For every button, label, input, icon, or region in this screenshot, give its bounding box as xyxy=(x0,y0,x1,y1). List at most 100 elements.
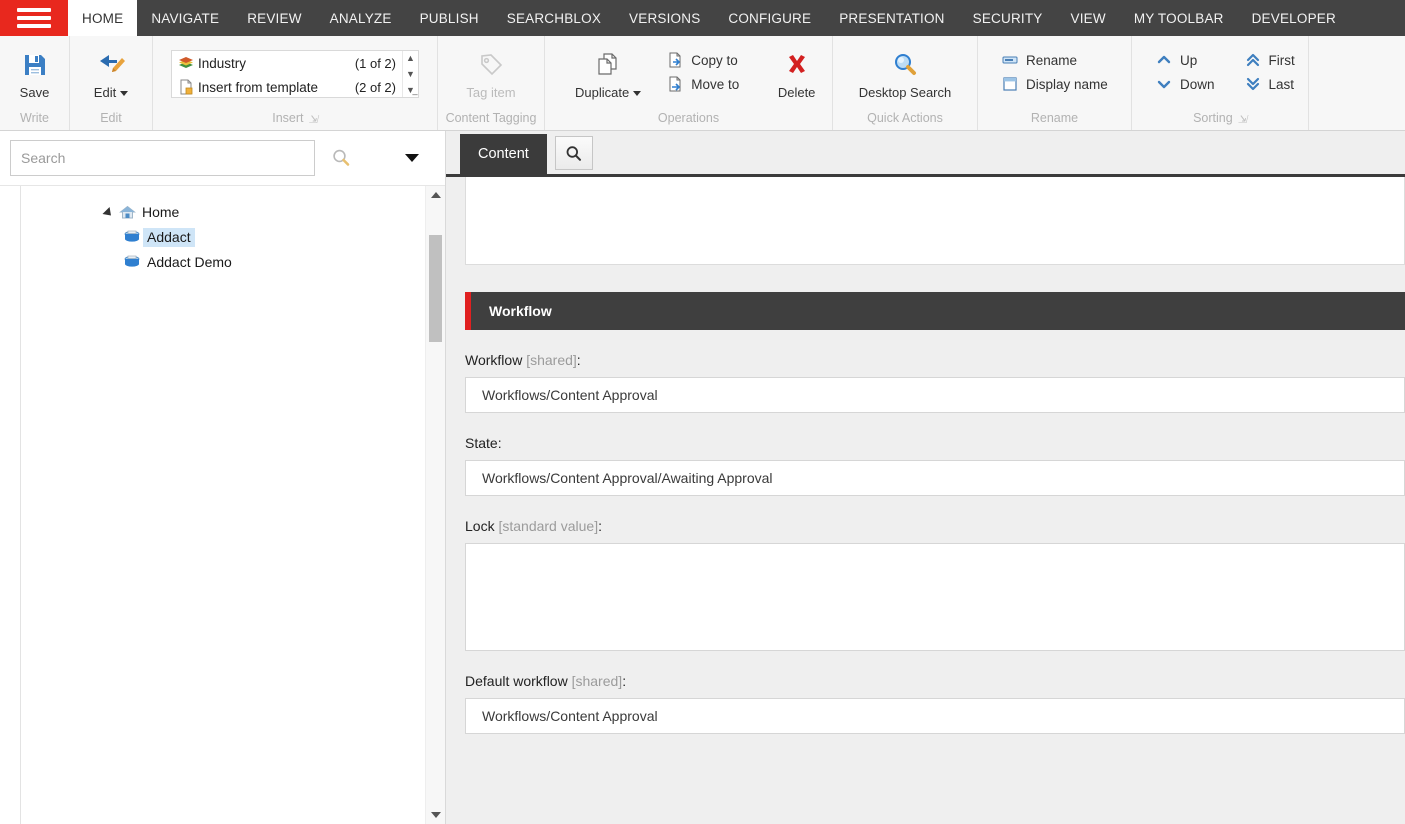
delete-button[interactable]: Delete xyxy=(761,44,832,100)
tab-configure[interactable]: CONFIGURE xyxy=(714,0,825,36)
duplicate-button-label: Duplicate xyxy=(575,85,630,100)
tab-label: VIEW xyxy=(1070,10,1106,26)
field-workflow: Workflow [shared]: Workflows/Content App… xyxy=(465,330,1405,413)
tab-label: MY TOOLBAR xyxy=(1133,10,1224,26)
editor-tab-bar: Content xyxy=(446,131,1405,177)
insert-item-insert-from-template[interactable]: Insert from template (2 of 2) xyxy=(172,75,402,99)
ribbon-group-edit: Edit Edit xyxy=(70,36,153,130)
tab-label: NAVIGATE xyxy=(151,10,220,26)
edit-icon xyxy=(96,48,126,82)
dialog-launcher-icon[interactable]: ⇲ xyxy=(309,110,318,130)
insert-gallery[interactable]: Industry (1 of 2) Insert from template (… xyxy=(171,50,419,98)
tree-item-label: Addact xyxy=(143,228,195,247)
tab-publish[interactable]: PUBLISH xyxy=(406,0,493,36)
move-to-button[interactable]: Move to xyxy=(661,72,747,96)
tree-item-addact[interactable]: Addact xyxy=(0,225,425,250)
tab-label: PRESENTATION xyxy=(839,10,945,26)
sort-last-button[interactable]: Last xyxy=(1239,72,1303,96)
ribbon-toolbar: Save Write Edit Edit Industry (1 of 2) I… xyxy=(0,36,1405,131)
tab-label: HOME xyxy=(82,10,124,26)
editor-scroll-area: Workflow Workflow [shared]: Workflows/Co… xyxy=(446,177,1405,824)
double-chevron-down-icon xyxy=(1243,75,1263,93)
sort-first-button[interactable]: First xyxy=(1239,48,1303,72)
search-icon xyxy=(566,145,582,161)
tab-searchblox[interactable]: SEARCHBLOX xyxy=(493,0,615,36)
sort-first-label: First xyxy=(1268,52,1295,68)
chevron-down-icon xyxy=(633,91,642,97)
tab-my-toolbar[interactable]: MY TOOLBAR xyxy=(1120,0,1238,36)
insert-item-industry[interactable]: Industry (1 of 2) xyxy=(172,51,402,75)
hamburger-menu-button[interactable] xyxy=(0,0,68,36)
ribbon-group-quick-actions: Desktop Search Quick Actions xyxy=(833,36,978,130)
duplicate-icon xyxy=(594,48,622,82)
tab-versions[interactable]: VERSIONS xyxy=(615,0,714,36)
tab-analyze[interactable]: ANALYZE xyxy=(316,0,406,36)
sort-down-button[interactable]: Down xyxy=(1150,72,1223,96)
section-title: Workflow xyxy=(489,303,552,319)
tab-home[interactable]: HOME xyxy=(68,0,138,36)
ribbon-group-sorting: Up Down First Last Sorting ⇲ xyxy=(1132,36,1309,130)
editor-search-button[interactable] xyxy=(554,136,593,170)
tab-security[interactable]: SECURITY xyxy=(959,0,1057,36)
content-tree-panel: Home Addact xyxy=(0,131,446,824)
home-icon xyxy=(116,204,138,221)
copy-to-icon xyxy=(665,51,685,69)
field-meta: [standard value] xyxy=(498,518,599,534)
rename-label: Rename xyxy=(1026,52,1078,68)
duplicate-button[interactable]: Duplicate xyxy=(567,44,649,100)
sort-up-button[interactable]: Up xyxy=(1150,48,1223,72)
desktop-search-label: Desktop Search xyxy=(858,85,952,100)
tag-item-label: Tag item xyxy=(466,85,516,100)
insert-item-count: (2 of 2) xyxy=(354,79,396,95)
tab-label: ANALYZE xyxy=(329,10,392,26)
tab-navigate[interactable]: NAVIGATE xyxy=(137,0,233,36)
move-to-icon xyxy=(665,75,685,93)
field-value-default-workflow[interactable]: Workflows/Content Approval xyxy=(465,698,1405,734)
scroll-down-arrow-icon[interactable] xyxy=(426,806,445,824)
scrollbar-thumb[interactable] xyxy=(429,235,442,342)
insert-item-label: Industry xyxy=(198,55,247,71)
ribbon-group-label: Rename xyxy=(1030,111,1079,125)
copy-to-label: Copy to xyxy=(691,52,738,68)
tab-view[interactable]: VIEW xyxy=(1057,0,1120,36)
field-value-workflow[interactable]: Workflows/Content Approval xyxy=(465,377,1405,413)
section-header-workflow[interactable]: Workflow xyxy=(465,292,1405,330)
copy-to-button[interactable]: Copy to xyxy=(661,48,747,72)
ribbon-group-label: Operations xyxy=(657,111,720,125)
search-input[interactable] xyxy=(10,140,315,176)
ribbon-group-label: Insert xyxy=(272,111,304,125)
tab-presentation[interactable]: PRESENTATION xyxy=(825,0,958,36)
field-value-state[interactable]: Workflows/Content Approval/Awaiting Appr… xyxy=(465,460,1405,496)
tree-search-bar xyxy=(0,131,445,186)
content-tree: Home Addact Addact Demo xyxy=(0,186,425,824)
scroll-up-arrow-icon[interactable] xyxy=(426,186,445,204)
search-icon[interactable] xyxy=(331,148,351,168)
tab-developer[interactable]: DEVELOPER xyxy=(1238,0,1350,36)
display-name-button[interactable]: Display name xyxy=(996,72,1116,96)
magnifier-icon xyxy=(891,48,919,82)
desktop-search-button[interactable]: Desktop Search xyxy=(833,44,977,100)
bucket-icon xyxy=(121,229,143,246)
tab-content[interactable]: Content xyxy=(460,134,547,174)
expand-arrow-icon[interactable] xyxy=(100,206,116,219)
tree-vertical-scrollbar[interactable] xyxy=(425,186,445,824)
tag-item-button[interactable]: Tag item xyxy=(438,44,544,100)
rename-button[interactable]: Rename xyxy=(996,48,1116,72)
tree-item-home[interactable]: Home xyxy=(0,200,425,225)
save-button[interactable]: Save xyxy=(0,44,69,100)
search-options-caret-icon[interactable] xyxy=(405,154,419,162)
gallery-scrollbar[interactable]: ▲ ▼ ▼̲ xyxy=(402,51,418,97)
books-icon xyxy=(178,55,198,71)
top-tab-strip: HOME NAVIGATE REVIEW ANALYZE PUBLISH SEA… xyxy=(0,0,1405,36)
tab-label: CONFIGURE xyxy=(728,10,812,26)
tree-item-addact-demo[interactable]: Addact Demo xyxy=(0,250,425,275)
gallery-expand-icon[interactable]: ▼̲ xyxy=(406,85,415,95)
field-value-lock[interactable] xyxy=(465,543,1405,651)
tab-review[interactable]: REVIEW xyxy=(233,0,315,36)
gallery-scroll-down-icon[interactable]: ▼ xyxy=(406,69,415,79)
template-icon xyxy=(178,79,198,95)
dialog-launcher-icon[interactable]: ⇲ xyxy=(1238,110,1247,130)
gallery-scroll-up-icon[interactable]: ▲ xyxy=(406,53,415,63)
edit-button[interactable]: Edit xyxy=(70,44,152,100)
tab-label: VERSIONS xyxy=(629,10,701,26)
